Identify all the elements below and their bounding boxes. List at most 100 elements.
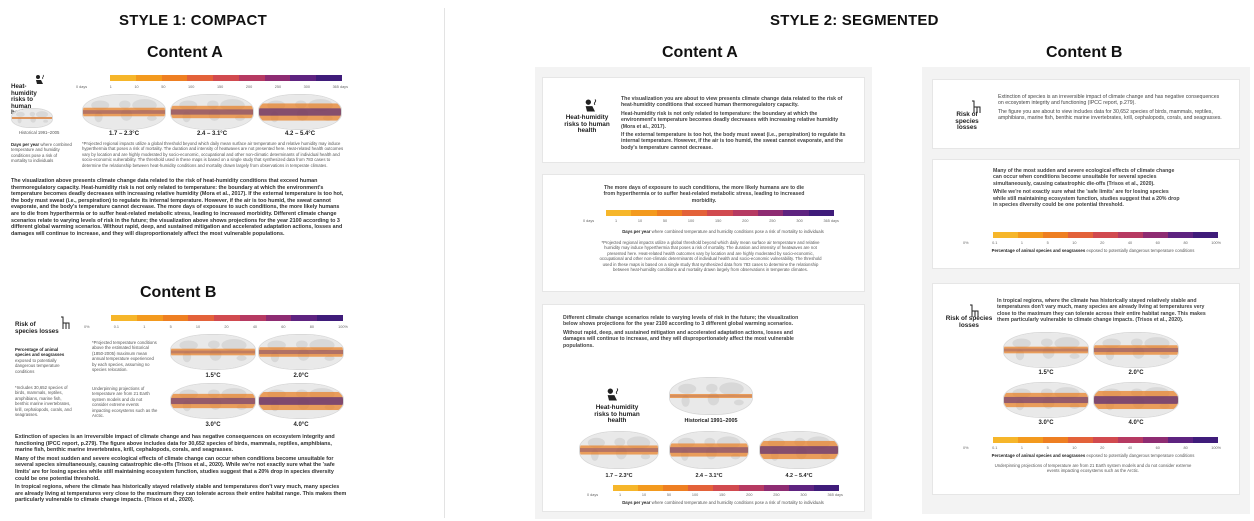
s1b-title: Risk of species losses (15, 321, 59, 335)
s2b-p2b: While we're not exactly sure what the 's… (993, 189, 1180, 209)
s1b-p2: Many of the most sudden and severe ecolo… (15, 455, 335, 482)
tick-label: 50 (662, 219, 668, 223)
s2a-scen-text: Different climate change scenarios relat… (563, 315, 808, 349)
s1a-map-scen3 (258, 94, 342, 130)
tick-label: 100 (188, 85, 195, 89)
tick-label: 250 (773, 493, 780, 497)
s2a-panel: Heat-humidity risks to human health The … (535, 67, 872, 519)
s1b-paragraphs: Extinction of species is an irreversible… (15, 434, 347, 506)
s2b-intro-p2: The figure you are about to view include… (998, 108, 1222, 122)
s1b-map-2 (258, 334, 344, 370)
tick-label: 150 (715, 219, 722, 223)
colorbar-swatch (613, 485, 639, 491)
s1b-p1: Extinction of species is an irreversible… (15, 434, 335, 454)
style1-heading: STYLE 1: COMPACT (119, 12, 267, 29)
s2a-historical-caption: Historical 1991–2005 (684, 418, 738, 424)
colorbar-swatch (290, 75, 317, 81)
s2a-intro-p3: If the external temperature is too hot, … (621, 132, 846, 151)
tick-label: 40 (252, 325, 258, 329)
s2-content-b-heading: Content B (1046, 44, 1123, 61)
tick-label: 0 days (583, 219, 595, 223)
s2b-colorbar (993, 232, 1218, 238)
tick-label: 300 (800, 493, 807, 497)
s2a-card-maps: Different climate change scenarios relat… (542, 304, 865, 512)
tick-label: 1 (109, 85, 112, 89)
colorbar-swatch (265, 315, 292, 321)
s2b-pct-label-bottom: Percentage of animal species and seagras… (991, 453, 1195, 458)
s2a-map-scen3 (759, 431, 839, 469)
s2a-map-scen2 (669, 431, 749, 469)
s2a-scen1-label: 1.7 – 2.3°C (605, 473, 633, 479)
s1a-map-historical (11, 108, 53, 128)
tick-label: 150 (719, 493, 726, 497)
s2b-card-intro: Risk of species losses Extinction of spe… (932, 79, 1240, 149)
colorbar-swatch (238, 75, 265, 81)
tick-label: 1 (1020, 241, 1024, 245)
colorbar-swatch (638, 485, 664, 491)
s2b-p3-text: In tropical regions, where the climate h… (997, 298, 1206, 324)
colorbar-swatch (1193, 232, 1218, 238)
tick-label: 0.1 (992, 241, 998, 245)
s2a-map-title: Heat-humidity risks to human health (594, 404, 640, 425)
s2b-map-1 (1003, 332, 1089, 368)
tick-label: 300 (303, 85, 310, 89)
colorbar-swatch (1043, 437, 1068, 443)
colorbar-swatch (1143, 232, 1168, 238)
tick-label: 200 (746, 493, 753, 497)
colorbar-swatch (188, 315, 215, 321)
s2a-days-label-bottom: Days per year where combined temperature… (622, 500, 824, 505)
colorbar-swatch (656, 210, 682, 216)
colorbar-swatch (732, 210, 758, 216)
tick-label: 50 (161, 85, 166, 89)
colorbar-swatch (291, 315, 318, 321)
s2b-colorbar-ticks: 0% 0.1 1 5 10 20 40 60 80 100% (963, 241, 1221, 245)
tick-label: 10 (637, 219, 643, 223)
s2-content-a-heading: Content A (662, 44, 738, 61)
tick-label: 40 (1127, 241, 1133, 245)
colorbar-swatch (1068, 232, 1093, 238)
tick-label: 200 (245, 85, 253, 89)
s2a-intro-p2: Heat-humidity risk is not only related t… (621, 110, 839, 130)
colorbar-swatch (1068, 437, 1093, 443)
s2b-map-2 (1093, 332, 1179, 368)
s2a-intro-p1: The visualization you are about to view … (621, 96, 843, 109)
colorbar-swatch (1168, 232, 1193, 238)
s2b-p2-text: Many of the most sudden and severe ecolo… (993, 168, 1183, 208)
colorbar-swatch (187, 75, 214, 81)
colorbar-swatch (1093, 437, 1118, 443)
tick-label: 50 (666, 493, 672, 497)
colorbar-swatch (1093, 232, 1118, 238)
tick-label: 1 (618, 493, 622, 497)
s2a-intro-text: The visualization you are about to view … (621, 96, 849, 151)
colorbar-swatch (1043, 232, 1068, 238)
s1a-scen1-label: 1.7 – 2.3°C (108, 131, 140, 137)
s2b-intro-text: Extinction of species is an irreversible… (998, 94, 1223, 122)
tick-label: 0 days (76, 85, 88, 89)
tick-label: 100 (691, 493, 699, 497)
s1a-days-label: Days per year where combined temperature… (11, 142, 72, 164)
tick-label: 5 (169, 325, 172, 329)
tick-label: 250 (769, 219, 776, 223)
colorbar-swatch (317, 315, 344, 321)
s2b-card-colorbar: Many of the most sudden and severe ecolo… (932, 159, 1240, 269)
colorbar-swatch (111, 315, 137, 321)
colorbar-swatch (135, 75, 162, 81)
s1a-colorbar (110, 75, 343, 81)
s1a-colorbar-ticks: 0 days 1 10 50 100 150 200 250 300 365 days (76, 85, 348, 89)
s2a-scen-p1: Different climate change scenarios relat… (563, 315, 799, 328)
tick-label: 100 (687, 219, 695, 223)
tick-label: 80 (1183, 241, 1188, 245)
s2a-scen2-label: 2.4 – 3.1°C (695, 473, 723, 479)
s2a-card-colorbar: The more days of exposure to such condit… (542, 174, 865, 292)
tick-label: 80 (1183, 446, 1188, 450)
tick-label: 10 (134, 85, 139, 89)
colorbar-swatch (631, 210, 657, 216)
tick-label: 365 days (332, 85, 348, 89)
s2a-scen3-label: 4.2 – 5.4°C (785, 473, 813, 479)
s1a-map-scen1 (82, 94, 166, 130)
s2a-colorbar-bottom (613, 485, 839, 491)
s2b-title: Risk of species losses (955, 111, 979, 132)
tick-label: 80 (309, 325, 314, 329)
colorbar-swatch (213, 75, 239, 81)
giraffe-icon (58, 316, 72, 335)
